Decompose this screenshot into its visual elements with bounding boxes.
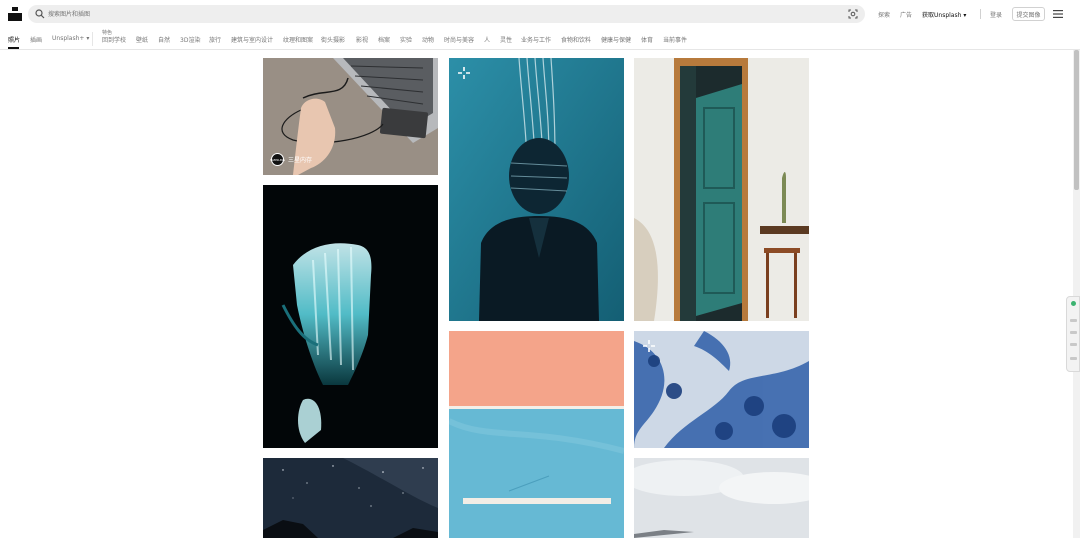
avatar: SAMSUNG <box>269 153 286 166</box>
photo-caption[interactable]: SAMSUNG 三星内存 <box>269 153 313 166</box>
photo-teal-door-image <box>634 58 809 321</box>
scrollbar-thumb[interactable] <box>1074 50 1079 190</box>
side-tool-icon[interactable] <box>1070 357 1077 360</box>
search-bar[interactable] <box>28 5 865 23</box>
photo-blue-terrain[interactable] <box>634 331 809 448</box>
photo-light-streak[interactable] <box>263 185 438 448</box>
explore-link[interactable]: 探索 <box>878 10 890 19</box>
category-tabs: 照片 插画 Unsplash+ ▾ 特色 回到学校 壁纸 自然 3D渲染 旅行 … <box>0 28 1080 50</box>
search-icon[interactable] <box>35 9 45 19</box>
photo-milky-way[interactable] <box>263 458 438 538</box>
photo-court-lines[interactable] <box>449 331 624 538</box>
tab-food-drink[interactable]: 食物和饮料 <box>561 35 591 44</box>
tab-street-photography[interactable]: 街头摄影 <box>321 35 345 44</box>
visual-search-icon[interactable] <box>848 9 858 19</box>
unsplash-plus-icon <box>643 340 655 352</box>
side-tool-icon[interactable] <box>1070 343 1077 346</box>
tab-fashion-beauty[interactable]: 时尚与美容 <box>444 35 474 44</box>
tab-nature[interactable]: 自然 <box>158 35 170 44</box>
tab-3d-renders[interactable]: 3D渲染 <box>180 35 200 44</box>
advertise-link[interactable]: 广告 <box>900 10 912 19</box>
side-tool-icon[interactable] <box>1070 331 1077 334</box>
top-navbar: 探索 广告 获取Unsplash ▾ 登录 提交图像 <box>0 0 1080 28</box>
status-dot-icon <box>1071 301 1076 306</box>
tab-travel[interactable]: 旅行 <box>209 35 221 44</box>
active-tab-indicator <box>8 47 19 49</box>
photo-milky-way-image <box>263 458 438 538</box>
photo-court-lines-image <box>449 331 624 538</box>
side-tool-icon[interactable] <box>1070 319 1077 322</box>
tab-business-work[interactable]: 业务与工作 <box>521 35 551 44</box>
caption-label: 三星内存 <box>288 157 313 164</box>
tab-unsplash-plus[interactable]: Unsplash+ ▾ <box>52 35 89 42</box>
photo-samsung-ssd[interactable]: SAMSUNG 三星内存 <box>263 58 438 175</box>
tab-textures[interactable]: 纹理和图案 <box>283 35 313 44</box>
photo-teal-door[interactable] <box>634 58 809 321</box>
photo-glitch-portrait[interactable] <box>449 58 624 321</box>
avatar-text: SAMSUNG <box>269 157 286 162</box>
photo-cloudy-sky[interactable] <box>634 458 809 538</box>
tab-health-wellness[interactable]: 健康与保健 <box>601 35 631 44</box>
get-unsplash-link[interactable]: 获取Unsplash ▾ <box>922 10 966 19</box>
hamburger-menu-icon[interactable] <box>1053 10 1063 18</box>
photo-glitch-portrait-image <box>449 58 624 321</box>
tab-archival[interactable]: 档案 <box>378 35 390 44</box>
tabs-divider <box>92 32 93 46</box>
header-divider <box>980 9 981 19</box>
tab-photos[interactable]: 照片 <box>8 35 20 44</box>
chevron-down-icon: ▾ <box>963 12 967 19</box>
tab-wallpapers[interactable]: 壁纸 <box>136 35 148 44</box>
tab-animals[interactable]: 动物 <box>422 35 434 44</box>
tab-experimental[interactable]: 实验 <box>400 35 412 44</box>
unsplash-plus-icon <box>458 67 470 79</box>
side-toolbar-widget[interactable] <box>1066 296 1080 372</box>
tab-spirituality[interactable]: 灵性 <box>500 35 512 44</box>
chevron-down-icon: ▾ <box>86 35 90 42</box>
tab-back-to-school[interactable]: 回到学校 <box>102 35 126 44</box>
photo-light-streak-image <box>263 185 438 448</box>
photo-blue-terrain-image <box>634 331 809 448</box>
photo-cloudy-sky-image <box>634 458 809 538</box>
tab-architecture[interactable]: 建筑与室内设计 <box>231 35 273 44</box>
submit-image-button[interactable]: 提交图像 <box>1012 7 1045 21</box>
search-input[interactable] <box>48 5 828 23</box>
tab-sports[interactable]: 体育 <box>641 35 653 44</box>
tab-film[interactable]: 影视 <box>356 35 368 44</box>
tab-current-events[interactable]: 当前事件 <box>663 35 687 44</box>
tab-illustrations[interactable]: 插画 <box>30 35 42 44</box>
tab-people[interactable]: 人 <box>484 35 490 44</box>
unsplash-logo-icon[interactable] <box>8 7 22 21</box>
login-link[interactable]: 登录 <box>990 10 1002 19</box>
tab-unsplash-plus-label: Unsplash+ <box>52 35 85 42</box>
get-unsplash-label: 获取Unsplash <box>922 12 962 19</box>
